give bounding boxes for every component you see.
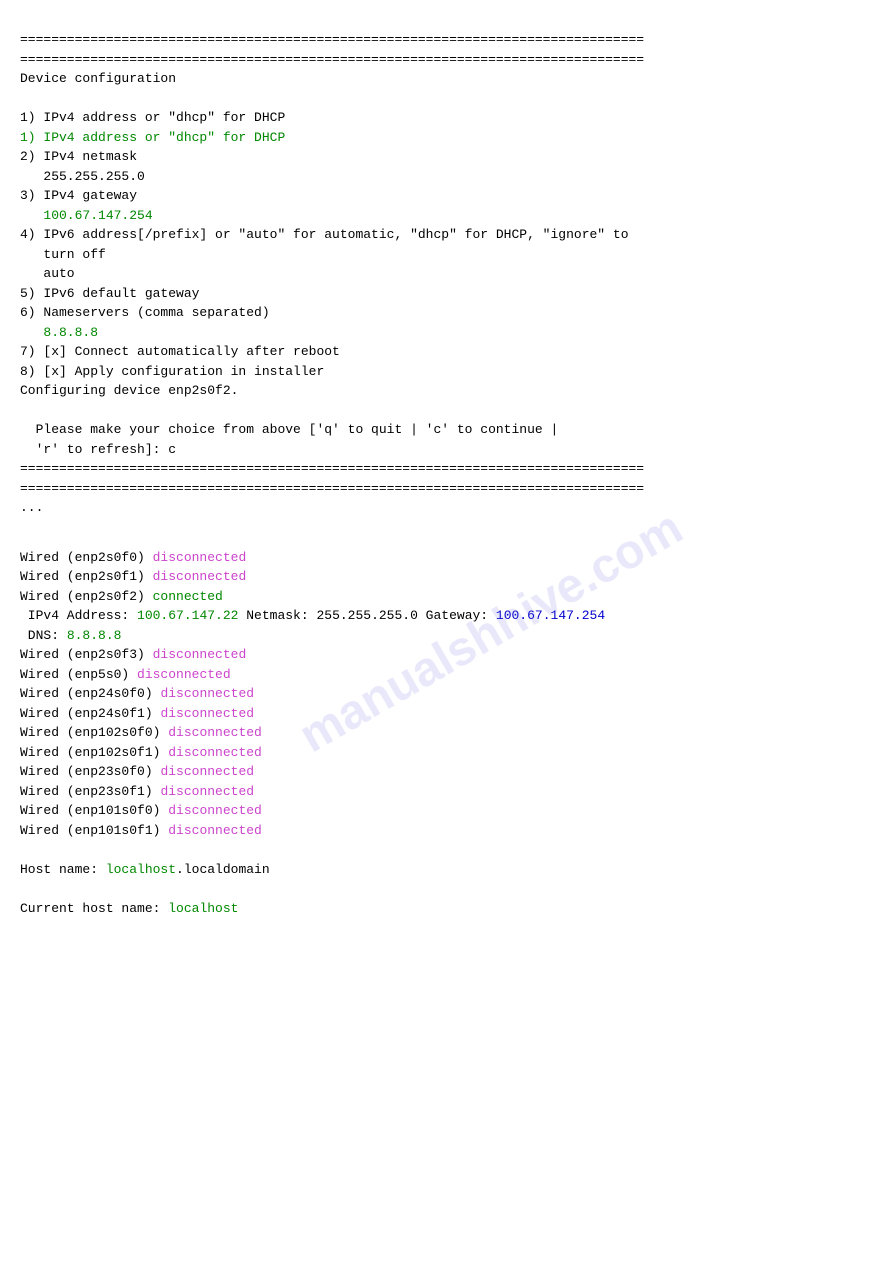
blank-line-2 xyxy=(20,401,873,421)
config-item-4-value: auto xyxy=(20,264,873,284)
wired-enp102s0f1: Wired (enp102s0f1) disconnected xyxy=(20,743,873,763)
wired-enp2s0f2: Wired (enp2s0f2) connected xyxy=(20,587,873,607)
separator-line-4: ========================================… xyxy=(20,479,873,499)
config-item-3-value: 100.67.147.254 xyxy=(20,206,873,226)
config-item-1-value: 1) IPv4 address or "dhcp" for DHCP xyxy=(20,128,873,148)
choice-prompt-2: 'r' to refresh]: c xyxy=(20,440,873,460)
device-config-block: ========================================… xyxy=(20,30,873,518)
current-hostname-line: Current host name: localhost xyxy=(20,899,873,919)
network-status-block: Wired (enp2s0f0) disconnected Wired (enp… xyxy=(20,548,873,919)
separator-line-2: ========================================… xyxy=(20,50,873,70)
wired-enp101s0f1: Wired (enp101s0f1) disconnected xyxy=(20,821,873,841)
wired-enp23s0f1: Wired (enp23s0f1) disconnected xyxy=(20,782,873,802)
blank-line-3 xyxy=(20,840,873,860)
config-item-1-label: 1) IPv4 address or "dhcp" for DHCP xyxy=(20,108,873,128)
config-item-4-label: 4) IPv6 address[/prefix] or "auto" for a… xyxy=(20,225,873,245)
config-item-8-label: 8) [x] Apply configuration in installer xyxy=(20,362,873,382)
blank-line-4 xyxy=(20,879,873,899)
blank-line-1 xyxy=(20,89,873,109)
wired-enp2s0f0: Wired (enp2s0f0) disconnected xyxy=(20,548,873,568)
wired-enp2s0f1: Wired (enp2s0f1) disconnected xyxy=(20,567,873,587)
configuring-device: Configuring device enp2s0f2. xyxy=(20,381,873,401)
config-item-5-label: 5) IPv6 default gateway xyxy=(20,284,873,304)
wired-enp2s0f3: Wired (enp2s0f3) disconnected xyxy=(20,645,873,665)
choice-prompt-1: Please make your choice from above ['q' … xyxy=(20,420,873,440)
wired-enp24s0f1: Wired (enp24s0f1) disconnected xyxy=(20,704,873,724)
ipv4-info: IPv4 Address: 100.67.147.22 Netmask: 255… xyxy=(20,606,873,626)
wired-enp24s0f0: Wired (enp24s0f0) disconnected xyxy=(20,684,873,704)
dns-info: DNS: 8.8.8.8 xyxy=(20,626,873,646)
hostname-line: Host name: localhost.localdomain xyxy=(20,860,873,880)
config-item-2-value: 255.255.255.0 xyxy=(20,167,873,187)
config-item-3-label: 3) IPv4 gateway xyxy=(20,186,873,206)
config-item-7-label: 7) [x] Connect automatically after reboo… xyxy=(20,342,873,362)
config-item-2-label: 2) IPv4 netmask xyxy=(20,147,873,167)
wired-enp5s0: Wired (enp5s0) disconnected xyxy=(20,665,873,685)
wired-enp101s0f0: Wired (enp101s0f0) disconnected xyxy=(20,801,873,821)
wired-enp23s0f0: Wired (enp23s0f0) disconnected xyxy=(20,762,873,782)
wired-enp102s0f0: Wired (enp102s0f0) disconnected xyxy=(20,723,873,743)
config-item-6-value: 8.8.8.8 xyxy=(20,323,873,343)
config-item-4-label-cont: turn off xyxy=(20,245,873,265)
separator-line-1: ========================================… xyxy=(20,30,873,50)
device-config-title: Device configuration xyxy=(20,69,873,89)
truncated-line: ... xyxy=(20,498,873,518)
config-item-6-label: 6) Nameservers (comma separated) xyxy=(20,303,873,323)
separator-line-3: ========================================… xyxy=(20,459,873,479)
